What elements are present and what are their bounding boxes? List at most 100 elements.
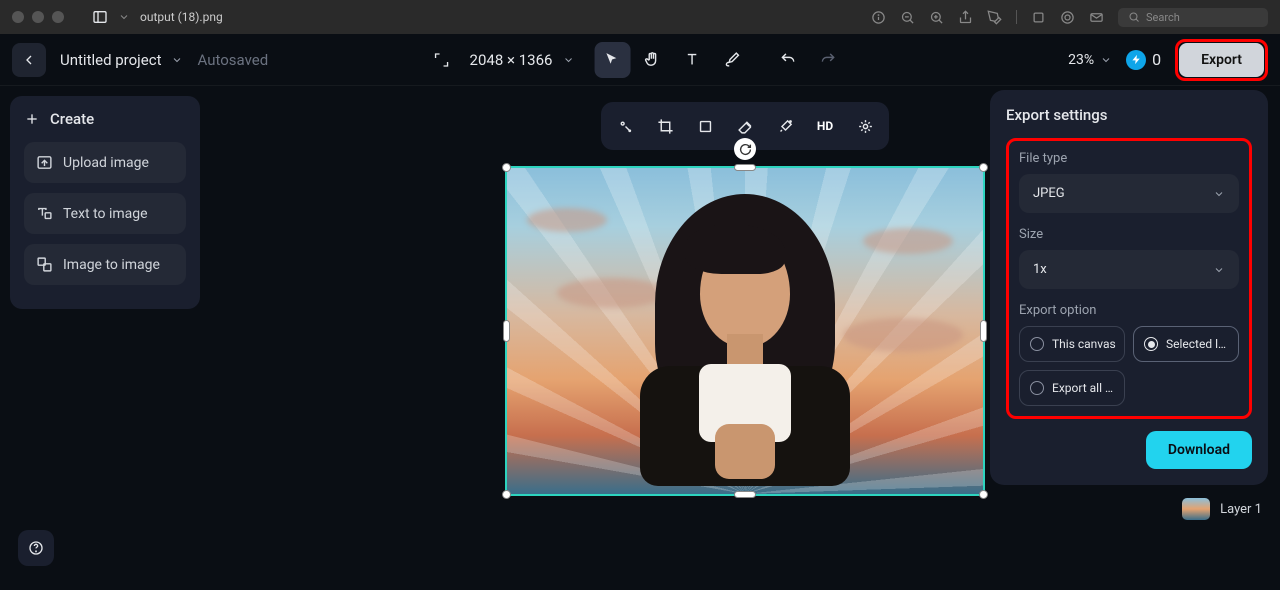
help-button[interactable]: [18, 530, 54, 566]
zoom-out-icon[interactable]: [900, 10, 915, 25]
size-label: Size: [1019, 227, 1239, 242]
resize-icon[interactable]: [434, 52, 450, 68]
adjust-tool[interactable]: [847, 108, 883, 144]
file-type-label: File type: [1019, 151, 1239, 166]
export-option-all[interactable]: Export all …: [1019, 370, 1125, 406]
resize-handle-l[interactable]: [503, 320, 510, 342]
radio-icon: [1030, 381, 1044, 395]
minimize-window-icon[interactable]: [32, 11, 44, 23]
resize-handle-r[interactable]: [980, 320, 987, 342]
separator: [1016, 10, 1017, 24]
autosaved-status: Autosaved: [197, 51, 268, 69]
size-select[interactable]: 1x: [1019, 250, 1239, 289]
badge-icon[interactable]: [1060, 10, 1075, 25]
rotate-icon[interactable]: [1031, 10, 1046, 25]
search-input[interactable]: Search: [1118, 8, 1268, 27]
frame-tool[interactable]: [687, 108, 723, 144]
dimensions-value: 2048 × 1366: [470, 51, 553, 69]
canvas-image: [507, 168, 983, 494]
resize-handle-br[interactable]: [979, 490, 988, 499]
resize-handle-tl[interactable]: [502, 163, 511, 172]
sidebar-toggle-icon[interactable]: [92, 9, 108, 25]
sidebar-item-label: Text to image: [63, 206, 148, 222]
file-type-select[interactable]: JPEG: [1019, 174, 1239, 213]
chevron-down-icon: [171, 54, 183, 66]
mail-icon[interactable]: [1089, 10, 1104, 25]
file-type-value: JPEG: [1033, 186, 1065, 201]
share-icon[interactable]: [958, 10, 973, 25]
resize-handle-bl[interactable]: [502, 490, 511, 499]
text-tool[interactable]: [674, 42, 710, 78]
redo-button[interactable]: [810, 42, 846, 78]
zoom-value: 23%: [1068, 52, 1094, 68]
export-option-selected[interactable]: Selected l…: [1133, 326, 1239, 362]
layer-item[interactable]: Layer 1: [1182, 498, 1262, 520]
search-icon: [1128, 11, 1140, 23]
ai-select-tool[interactable]: [607, 108, 643, 144]
download-label: Download: [1168, 442, 1230, 458]
export-button-highlight: Export: [1175, 39, 1268, 81]
layer-thumbnail: [1182, 498, 1210, 520]
download-button[interactable]: Download: [1146, 431, 1252, 469]
traffic-lights: [12, 11, 64, 23]
selected-image-frame[interactable]: [505, 166, 985, 496]
export-settings-panel: Export settings File type JPEG Size 1x E…: [990, 90, 1268, 485]
layer-name: Layer 1: [1220, 502, 1262, 517]
create-title: Create: [24, 110, 186, 128]
crop-tool[interactable]: [647, 108, 683, 144]
image-to-image-button[interactable]: Image to image: [24, 244, 186, 285]
pointer-tool[interactable]: [594, 42, 630, 78]
export-settings-highlight: File type JPEG Size 1x Export option Thi…: [1006, 138, 1252, 419]
search-placeholder: Search: [1146, 11, 1180, 24]
radio-label: This canvas: [1052, 337, 1116, 351]
brush-tool[interactable]: [714, 42, 750, 78]
export-button[interactable]: Export: [1179, 43, 1264, 77]
close-window-icon[interactable]: [12, 11, 24, 23]
resize-handle-b[interactable]: [734, 491, 756, 498]
create-panel: Create Upload image Text to image Image …: [10, 96, 200, 309]
magic-tool[interactable]: [767, 108, 803, 144]
info-icon[interactable]: [871, 10, 886, 25]
zoom-level[interactable]: 23%: [1068, 52, 1112, 68]
credits-value: 0: [1152, 50, 1161, 69]
project-name[interactable]: Untitled project: [60, 51, 183, 69]
radio-label: Export all …: [1052, 381, 1113, 395]
export-label: Export: [1201, 52, 1242, 68]
image-image-icon: [36, 256, 53, 273]
plus-icon: [24, 111, 40, 127]
chevron-down-icon: [1213, 264, 1225, 276]
upload-icon: [36, 154, 53, 171]
back-button[interactable]: [12, 43, 46, 77]
resize-handle-t[interactable]: [734, 164, 756, 171]
chevron-down-icon: [1100, 54, 1112, 66]
help-icon: [28, 540, 44, 556]
export-panel-title: Export settings: [1006, 106, 1252, 124]
hd-enhance-tool[interactable]: HD: [807, 108, 843, 144]
main-toolbar: Untitled project Autosaved 2048 × 1366 2…: [0, 34, 1280, 86]
rotate-handle[interactable]: [734, 138, 756, 160]
window-filename: output (18).png: [140, 10, 223, 24]
resize-handle-tr[interactable]: [979, 163, 988, 172]
sidebar-item-label: Image to image: [63, 257, 160, 273]
text-image-icon: [36, 205, 53, 222]
upload-image-button[interactable]: Upload image: [24, 142, 186, 183]
annotate-icon[interactable]: [987, 10, 1002, 25]
chevron-down-icon: [1213, 188, 1225, 200]
export-option-canvas[interactable]: This canvas: [1019, 326, 1125, 362]
credits-counter[interactable]: 0: [1126, 50, 1161, 70]
hand-tool[interactable]: [634, 42, 670, 78]
radio-icon: [1144, 337, 1158, 351]
maximize-window-icon[interactable]: [52, 11, 64, 23]
zoom-in-icon[interactable]: [929, 10, 944, 25]
credits-icon: [1126, 50, 1146, 70]
chevron-down-icon[interactable]: [118, 11, 130, 23]
window-file-info: output (18).png: [92, 9, 223, 25]
size-value: 1x: [1033, 262, 1047, 277]
macos-titlebar: output (18).png Search: [0, 0, 1280, 34]
undo-button[interactable]: [770, 42, 806, 78]
canvas-dimensions[interactable]: 2048 × 1366: [470, 51, 575, 69]
text-to-image-button[interactable]: Text to image: [24, 193, 186, 234]
project-name-label: Untitled project: [60, 51, 161, 69]
chevron-left-icon: [21, 52, 37, 68]
chevron-down-icon: [562, 54, 574, 66]
